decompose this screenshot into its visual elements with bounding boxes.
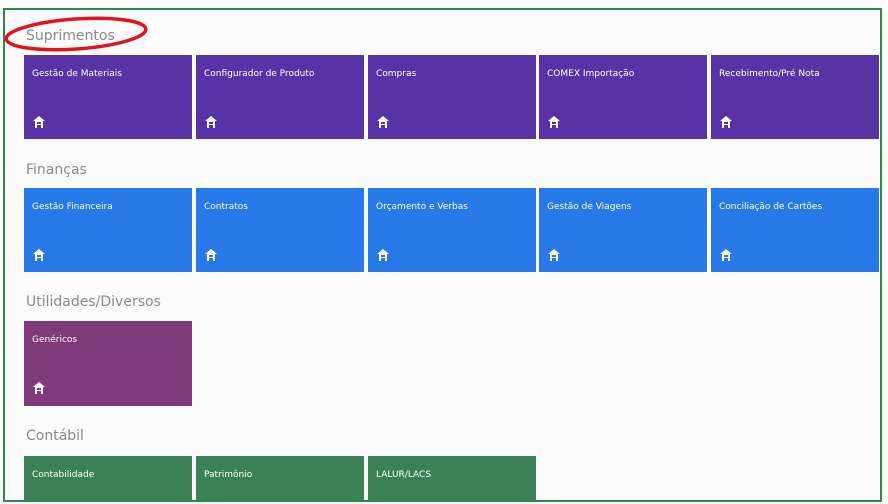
building-icon (377, 249, 389, 261)
building-icon (33, 382, 45, 394)
building-icon (720, 116, 732, 128)
building-icon (205, 249, 217, 261)
building-icon (548, 116, 560, 128)
building-icon (205, 116, 217, 128)
tile-label: Contabilidade (32, 470, 95, 480)
section-title-utilidades: Utilidades/Diversos (26, 294, 161, 310)
building-icon (720, 249, 732, 261)
tile-orcamento-e-verbas[interactable]: Orçamento e Verbas (368, 188, 536, 272)
tile-compras[interactable]: Compras (368, 55, 536, 139)
tile-label: Orçamento e Verbas (376, 202, 468, 212)
tile-comex-importacao[interactable]: COMEX Importação (539, 55, 707, 139)
tile-label: Gestão de Viagens (547, 202, 632, 212)
section-title-suprimentos: Suprimentos (26, 28, 115, 44)
tile-label: Recebimento/Pré Nota (719, 69, 820, 79)
section-title-financas: Finanças (26, 162, 87, 178)
building-icon (33, 249, 45, 261)
tile-patrimonio[interactable]: Patrimônio (196, 456, 364, 500)
tile-gestao-financeira[interactable]: Gestão Financeira (24, 188, 192, 272)
section-title-contabil: Contábil (26, 428, 84, 444)
tile-conciliacao-de-cartoes[interactable]: Conciliação de Cartões (711, 188, 879, 272)
building-icon (548, 249, 560, 261)
tile-lalur-lacs[interactable]: LALUR/LACS (368, 456, 536, 500)
building-icon (377, 116, 389, 128)
tile-contabilidade[interactable]: Contabilidade (24, 456, 192, 500)
tile-label: Conciliação de Cartões (719, 202, 823, 212)
tile-label: Patrimônio (204, 470, 253, 480)
building-icon (33, 116, 45, 128)
tile-label: COMEX Importação (547, 69, 635, 79)
tile-gestao-de-viagens[interactable]: Gestão de Viagens (539, 188, 707, 272)
tile-label: Configurador de Produto (204, 69, 315, 79)
tile-genericos[interactable]: Genéricos (24, 321, 192, 406)
tile-label: Gestão de Materiais (32, 69, 122, 79)
tile-label: Gestão Financeira (32, 202, 113, 212)
tile-label: LALUR/LACS (376, 470, 432, 480)
tile-label: Contratos (204, 202, 248, 212)
tile-label: Compras (376, 69, 417, 79)
tile-gestao-de-materiais[interactable]: Gestão de Materiais (24, 55, 192, 139)
tile-recebimento-pre-nota[interactable]: Recebimento/Pré Nota (711, 55, 879, 139)
tile-contratos[interactable]: Contratos (196, 188, 364, 272)
tile-configurador-de-produto[interactable]: Configurador de Produto (196, 55, 364, 139)
tile-label: Genéricos (32, 335, 78, 345)
